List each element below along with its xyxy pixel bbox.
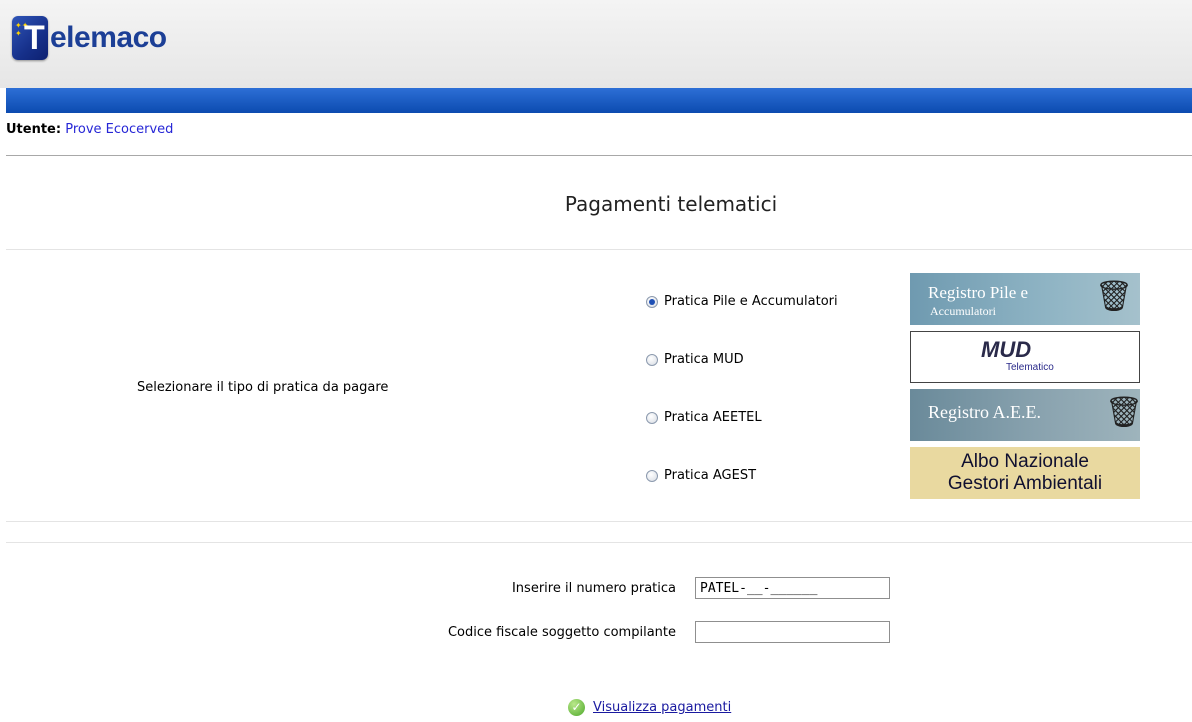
radio-aeetel[interactable] — [646, 411, 658, 424]
nav-bar — [6, 88, 1192, 113]
banner-text: Albo Nazionale — [961, 451, 1089, 472]
visualizza-pagamenti-link[interactable]: Visualizza pagamenti — [593, 700, 731, 715]
divider — [6, 542, 1192, 543]
crossed-bin-icon: 🗑 — [1095, 280, 1134, 313]
option-label: Pratica Pile e Accumulatori — [664, 294, 838, 309]
banner-albo-gestori: Albo Nazionale Gestori Ambientali — [910, 447, 1140, 499]
divider — [6, 155, 1192, 156]
radio-agest[interactable] — [646, 469, 658, 482]
option-aeetel[interactable]: Pratica AEETEL — [646, 410, 762, 425]
banner-text: Telematico — [1006, 362, 1054, 373]
option-pile-accumulatori[interactable]: Pratica Pile e Accumulatori — [646, 294, 838, 309]
user-name: Prove Ecocerved — [65, 122, 174, 137]
banner-text: MUD — [981, 337, 1032, 362]
banner-registro-pile: Registro Pile e Accumulatori 🗑 — [910, 273, 1140, 325]
banner-text: Registro Pile e — [928, 283, 1029, 302]
radio-pile-accumulatori[interactable] — [646, 295, 658, 308]
banner-text: Gestori Ambientali — [947, 473, 1103, 494]
option-agest[interactable]: Pratica AGEST — [646, 468, 756, 483]
numero-pratica-label: Inserire il numero pratica — [511, 581, 676, 596]
codice-fiscale-input[interactable] — [695, 621, 890, 643]
option-label: Pratica AEETEL — [664, 410, 762, 425]
option-label: Pratica AGEST — [664, 468, 757, 483]
banner-mud-telematico: MUD Telematico — [910, 331, 1140, 383]
codice-fiscale-label: Codice fiscale soggetto compilante — [447, 625, 676, 640]
logo-icon: ✦✦ ✦ T — [12, 16, 48, 60]
banner-registro-aee: Registro A.E.E. 🗑 — [910, 389, 1140, 441]
option-mud[interactable]: Pratica MUD — [646, 352, 744, 367]
option-label: Pratica MUD — [664, 352, 744, 367]
crossed-bin-icon: 🗑 — [1105, 396, 1140, 429]
user-info: Utente: Prove Ecocerved — [6, 122, 173, 137]
selection-prompt: Selezionare il tipo di pratica da pagare — [137, 380, 389, 395]
numero-pratica-input[interactable] — [695, 577, 890, 599]
header: ✦✦ ✦ T elemaco — [0, 0, 1192, 88]
logo-text: elemaco — [50, 21, 167, 54]
user-label: Utente: — [6, 122, 62, 137]
logo-letter: T — [24, 19, 45, 57]
page-title: Pagamenti telematici — [564, 192, 778, 216]
divider — [6, 249, 1192, 250]
telemaco-logo[interactable]: ✦✦ ✦ T elemaco — [12, 14, 167, 62]
banner-text: Accumulatori — [930, 304, 996, 318]
radio-mud[interactable] — [646, 353, 658, 366]
visualizza-pagamenti-action[interactable]: ✓ Visualizza pagamenti — [568, 699, 731, 716]
check-icon: ✓ — [568, 699, 585, 716]
divider — [6, 521, 1192, 522]
banner-text: Registro A.E.E. — [928, 402, 1041, 422]
